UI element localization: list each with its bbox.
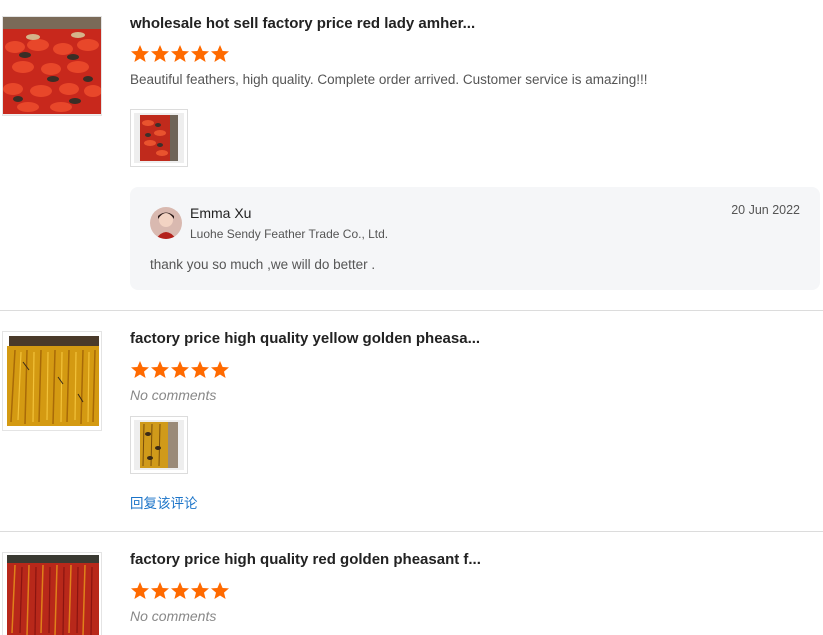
star-icon [170,360,190,380]
review-item: factory price high quality yellow golden… [0,311,823,532]
star-icon [190,581,210,601]
red-feather-photo [134,113,184,163]
seller-company: Luohe Sendy Feather Trade Co., Ltd. [190,227,389,241]
star-icon [150,44,170,64]
reply-date: 20 Jun 2022 [731,203,800,217]
reply-to-comment-link[interactable]: 回复该评论 [130,492,198,512]
product-thumbnail[interactable] [2,552,102,635]
product-title[interactable]: wholesale hot sell factory price red lad… [130,15,475,32]
reply-text: thank you so much ,we will do better . [150,257,376,272]
seller-reply: Emma Xu Luohe Sendy Feather Trade Co., L… [130,187,820,290]
star-icon [210,44,230,64]
yellow-feather-photo [134,420,184,470]
star-icon [130,360,150,380]
product-title[interactable]: factory price high quality red golden ph… [130,551,481,568]
review-item: wholesale hot sell factory price red lad… [0,0,823,311]
seller-name: Emma Xu [190,205,252,221]
yellow-feather-trim-image [3,332,101,430]
star-icon [210,360,230,380]
product-title[interactable]: factory price high quality yellow golden… [130,330,480,347]
star-icon [150,581,170,601]
star-icon [130,581,150,601]
review-comment: No comments [130,387,217,403]
product-thumbnail[interactable] [2,331,102,431]
star-rating [130,581,230,601]
star-icon [190,44,210,64]
star-rating [130,360,230,380]
review-comment: Beautiful feathers, high quality. Comple… [130,72,648,87]
red-golden-feather-trim-image [3,553,101,635]
star-icon [170,44,190,64]
product-thumbnail[interactable] [2,16,102,116]
review-photo[interactable] [130,109,188,167]
star-icon [210,581,230,601]
review-photo[interactable] [130,416,188,474]
star-icon [150,360,170,380]
review-item: factory price high quality red golden ph… [0,532,823,635]
star-icon [130,44,150,64]
avatar [150,207,182,239]
star-icon [190,360,210,380]
star-icon [170,581,190,601]
red-feather-trim-image [3,17,101,115]
review-comment: No comments [130,608,217,624]
star-rating [130,44,230,64]
